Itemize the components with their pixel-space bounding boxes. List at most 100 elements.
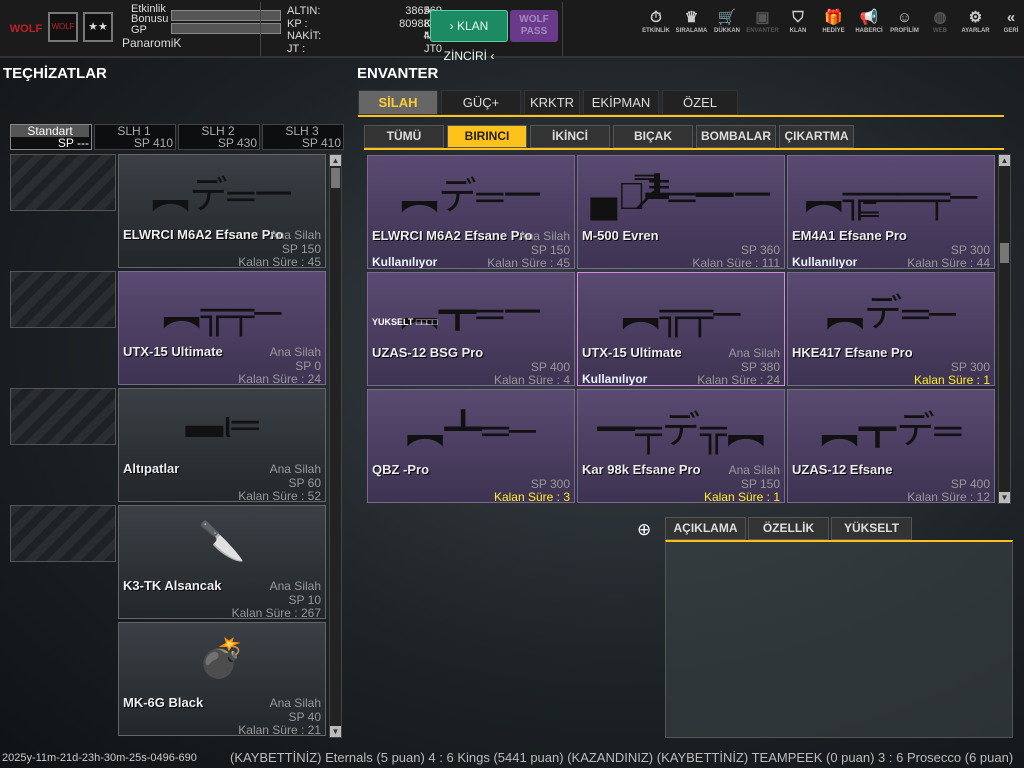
equipped-item-card[interactable]: ︻╦╤─ UTX-15 Ultimate Ana Silah SP 0 Kalan Sü… [118, 271, 326, 385]
equipped-item-card[interactable]: ︻デ═一 ELWRCI M6A2 Efsane Pro Ana Silah SP 15… [118, 154, 326, 268]
equipped-item-card[interactable]: 🔪 K3-TK Alsancak Ana Silah SP 10 Kalan Süre … [118, 505, 326, 619]
detail-tab-1[interactable]: ÖZELLİK [748, 517, 829, 540]
item-name: ELWRCI M6A2 Efsane Pro [372, 228, 533, 243]
item-name: Kar 98k Efsane Pro [582, 462, 701, 477]
subtab-4[interactable]: BOMBALAR [696, 125, 776, 148]
detail-tab-0[interactable]: AÇIKLAMA [665, 517, 746, 540]
tab-2[interactable]: KRKTR [524, 90, 580, 115]
item-name: ELWRCI M6A2 Efsane Pro [123, 227, 284, 242]
loadout-tab[interactable]: SLH 2 SP 430 [178, 124, 260, 150]
item-sp: SP 400 [530, 360, 570, 374]
item-remaining: Kalan Süre : 45 [238, 255, 321, 268]
scroll-up-icon[interactable]: ▲ [330, 155, 341, 166]
empty-slot[interactable] [10, 505, 116, 562]
item-name: EM4A1 Efsane Pro [792, 228, 907, 243]
item-sp: SP 60 [288, 476, 321, 490]
nav-klan[interactable]: ⛉ KLAN [779, 10, 817, 35]
item-remaining: Kalan Süre : 44 [907, 256, 990, 269]
item-type: Ana Silah [269, 345, 321, 359]
zoom-in-icon[interactable]: ⊕ [637, 520, 651, 540]
loadout-tab[interactable]: SLH 3 SP 410 [262, 124, 344, 150]
inventory-title: ENVANTER [357, 65, 439, 82]
nav-geri̇[interactable]: « GERİ [992, 10, 1024, 35]
scroll-thumb[interactable] [331, 168, 340, 188]
inventory-item-card[interactable]: ︻┳═一 YUKSELT □□□□ UZAS-12 BSG Pro SP 400 Kal… [367, 272, 575, 386]
dükkan-icon: 🛒 [717, 9, 737, 26]
tab-4[interactable]: ÖZEL [662, 90, 738, 115]
loadout-sp: SP 430 [217, 136, 257, 150]
subtab-3[interactable]: BIÇAK [613, 125, 693, 148]
nav-haberci̇[interactable]: 📢 HABERCİ [850, 9, 888, 35]
item-type: Ana Silah [269, 228, 321, 242]
loadout-tab[interactable]: Standart SP --- [10, 124, 92, 150]
username: PanaromiK [122, 36, 182, 50]
wolf-pass-button[interactable]: WOLF PASS [510, 10, 558, 42]
klan-zinciri-button[interactable]: › KLAN ZİNCİRİ ‹ [430, 10, 508, 63]
loadout-tab[interactable]: SLH 1 SP 410 [94, 124, 176, 150]
item-name: QBZ -Pro [372, 462, 430, 477]
nav-hedi̇ye[interactable]: 🎁 HEDİYE [815, 9, 853, 35]
nav-web[interactable]: ◍ WEB [921, 9, 959, 35]
subtab-2[interactable]: İKİNCİ [530, 125, 610, 148]
inventory-item-card[interactable]: ︻┳デ═ UZAS-12 Efsane SP 400 Kalan Süre : 12 [787, 389, 995, 503]
haberci̇-icon: 📢 [859, 9, 879, 26]
nav-etki̇nli̇k[interactable]: ⏱ ETKİNLİK [637, 10, 675, 35]
weapon-image: 💣 [198, 638, 246, 680]
inventory-item-card[interactable]: ︻╦╤─ UTX-15 Ultimate Ana Silah SP 380 Kalan … [577, 272, 785, 386]
inventory-item-card[interactable]: ︻デ═─ HKE417 Efsane Pro SP 300 Kalan Süre : … [787, 272, 995, 386]
item-sp: SP 150 [281, 242, 321, 256]
detail-tab-2[interactable]: YÜKSELT [831, 517, 912, 540]
nav-dükkan[interactable]: 🛒 DÜKKAN [708, 9, 746, 35]
inventory-item-card[interactable]: ▄︻̷̿┻̿═━一 M-500 Evren SP 360 Kalan Süre : 1… [577, 155, 785, 269]
clan-badge[interactable]: WOLF [48, 12, 78, 42]
tab-1[interactable]: GÜÇ+ [441, 90, 521, 115]
equipment-title: TEÇHİZATLAR [3, 65, 107, 82]
equipped-item-card[interactable]: ▬ι═ Altıpatlar Ana Silah SP 60 Kalan Süre : … [118, 388, 326, 502]
scroll-thumb[interactable] [1000, 243, 1009, 263]
gp-label: GP [131, 24, 147, 36]
hedi̇ye-icon: 🎁 [824, 9, 843, 26]
inventory-item-card[interactable]: ︻╦̵̵͇══╤─ EM4A1 Efsane Pro SP 300 Kalan Sür… [787, 155, 995, 269]
nav-envanter[interactable]: ▣ ENVANTER [744, 10, 782, 35]
inventory-scrollbar[interactable]: ▲ ▼ [998, 154, 1011, 504]
inventory-item-card[interactable]: ━╤デ╦︻ Kar 98k Efsane Pro Ana Silah SP 150 Ka… [577, 389, 785, 503]
subtab-0[interactable]: TÜMÜ [364, 125, 444, 148]
weapon-image: ︻┻═─ [406, 409, 536, 452]
nav-profi̇li̇m[interactable]: ☺ PROFİLİM [886, 9, 924, 35]
profi̇li̇m-icon: ☺ [896, 9, 913, 26]
inventory-item-card[interactable]: ︻デ═一 ELWRCI M6A2 Efsane Pro Ana Silah SP 15… [367, 155, 575, 269]
scroll-down-icon[interactable]: ▼ [999, 492, 1010, 503]
empty-slot[interactable] [10, 271, 116, 328]
item-name: UTX-15 Ultimate [123, 344, 223, 359]
item-detail-panel [665, 540, 1013, 738]
rank-badge: ★★ [83, 12, 113, 42]
weapon-image: ︻デ═一 [400, 175, 542, 218]
item-name: UTX-15 Ultimate [582, 345, 682, 360]
inventory-item-card[interactable]: ︻┻═─ QBZ -Pro SP 300 Kalan Süre : 3 [367, 389, 575, 503]
scroll-up-icon[interactable]: ▲ [999, 155, 1010, 166]
currency-unit: JT [424, 42, 437, 55]
scroll-down-icon[interactable]: ▼ [330, 726, 341, 737]
empty-slot[interactable] [10, 388, 116, 445]
item-sp: SP 150 [530, 243, 570, 257]
tab-3[interactable]: EKİPMAN [583, 90, 659, 115]
weapon-image: ︻╦╤─ [162, 291, 282, 334]
ayarlar-icon: ⚙ [968, 9, 983, 26]
item-sp: SP 300 [950, 360, 990, 374]
left-scrollbar[interactable]: ▲ ▼ [329, 154, 342, 738]
item-remaining: Kalan Süre : 267 [231, 606, 321, 619]
empty-slot[interactable] [10, 154, 116, 211]
item-remaining: Kalan Süre : 1 [703, 490, 780, 503]
web-icon: ◍ [933, 9, 947, 26]
nav-ayarlar[interactable]: ⚙ AYARLAR [957, 9, 995, 35]
ticker-text: (KAYBETTİNİZ) Eternals (5 puan) 4 : 6 Ki… [230, 750, 1014, 765]
equipped-item-card[interactable]: 💣 MK-6G Black Ana Silah SP 40 Kalan Süre : 2… [118, 622, 326, 736]
subtab-5[interactable]: ÇIKARTMA [779, 125, 854, 148]
nav-label: HABERCİ [855, 28, 883, 34]
nav-siralama[interactable]: ♛ SIRALAMA [673, 10, 711, 35]
nav-label: ENVANTER [746, 28, 779, 34]
match-ticker: (KAYBETTİNİZ) Eternals (5 puan) 4 : 6 Ki… [0, 748, 1024, 768]
subtab-1[interactable]: BIRINCI [447, 125, 527, 148]
tab-0[interactable]: SİLAH [358, 90, 438, 115]
nav-label: GERİ [1003, 28, 1019, 34]
